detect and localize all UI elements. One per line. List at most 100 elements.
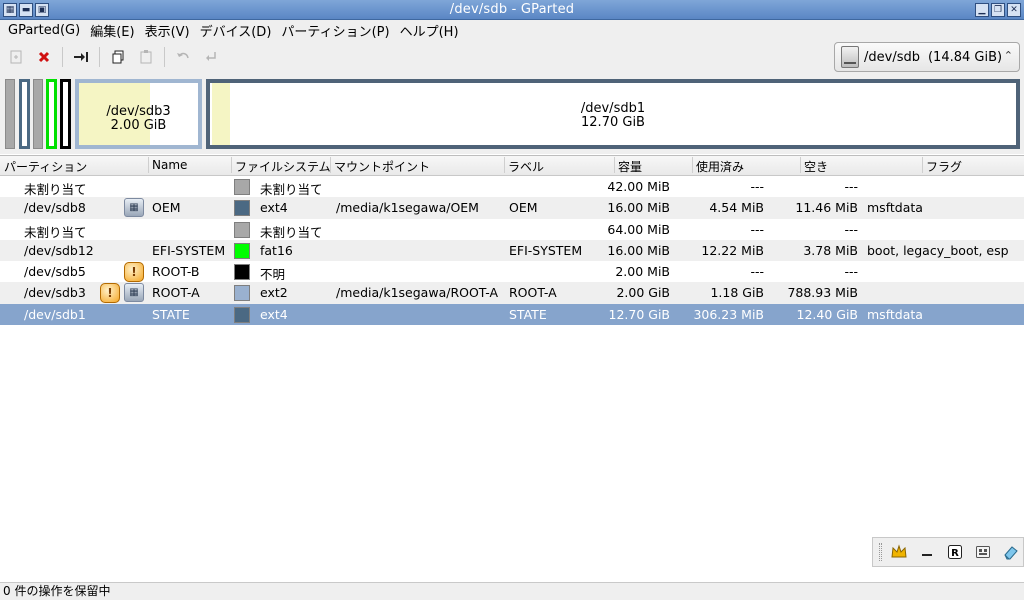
cell-filesystem: ext4 [260, 200, 288, 215]
cell-mountpoint: /media/k1segawa/OEM [336, 200, 479, 215]
cell-filesystem: ext4 [260, 307, 288, 322]
cell-free: 788.93 MiB [787, 285, 858, 300]
warning-icon[interactable]: ! [100, 283, 120, 303]
partition-table: パーティション Name ファイルシステム マウントポイント ラベル 容量 使用… [0, 155, 1024, 582]
table-row[interactable]: 未割り当て 未割り当て 64.00 MiB --- --- [0, 219, 1024, 240]
copy-icon[interactable] [106, 45, 130, 69]
cell-filesystem: 未割り当て [260, 225, 323, 240]
filesystem-color-swatch [234, 200, 250, 216]
cell-flags: msftdata [867, 307, 923, 322]
cell-partition: /dev/sdb8 [24, 200, 86, 215]
col-flags[interactable]: フラグ [921, 157, 962, 175]
table-header: パーティション Name ファイルシステム マウントポイント ラベル 容量 使用… [0, 156, 1024, 176]
map-sdb12[interactable] [46, 79, 57, 149]
col-free[interactable]: 空き [799, 157, 828, 175]
cell-flags: msftdata [867, 200, 923, 215]
undo-icon[interactable] [171, 45, 195, 69]
table-row[interactable]: 未割り当て 未割り当て 42.00 MiB --- --- [0, 176, 1024, 197]
keyboard-icon[interactable] [972, 541, 994, 563]
device-path: /dev/sdb [864, 49, 920, 65]
map-sdb3-name: /dev/sdb3 [106, 104, 171, 119]
table-body: 未割り当て 未割り当て 42.00 MiB --- --- /dev/sdb8 ▦ OEM ex… [0, 176, 1024, 325]
maximize-icon[interactable]: ❐ [991, 3, 1005, 17]
map-unallocated-2[interactable] [33, 79, 43, 149]
cell-free: 12.40 GiB [796, 307, 859, 322]
cell-partition: /dev/sdb5 [24, 264, 86, 279]
drag-handle[interactable] [879, 543, 882, 561]
close-icon[interactable]: ✕ [1007, 3, 1021, 17]
cell-name: ROOT-B [152, 264, 200, 279]
crown-icon[interactable] [888, 541, 910, 563]
resize-move-icon[interactable] [69, 45, 93, 69]
cell-free: --- [844, 264, 858, 279]
map-sdb3-size: 2.00 GiB [110, 118, 167, 133]
table-row[interactable]: /dev/sdb1 STATE ext4 STATE 12.70 GiB 306.23 M… [0, 304, 1024, 325]
filesystem-color-swatch [234, 243, 250, 259]
partition-info-icon[interactable]: ▦ [124, 283, 144, 302]
filesystem-color-swatch [234, 222, 250, 238]
toolbar-separator [99, 47, 100, 67]
pending-operations: 0 件の操作を保留中 [3, 584, 111, 598]
col-partition[interactable]: パーティション [4, 158, 87, 175]
delete-icon[interactable] [32, 45, 56, 69]
table-row[interactable]: /dev/sdb12 EFI-SYSTEM fat16 EFI-SYSTEM 16.00… [0, 240, 1024, 261]
eraser-icon[interactable] [1000, 541, 1022, 563]
floating-toolbar: R [872, 537, 1024, 567]
cell-flags: boot, legacy_boot, esp [867, 243, 1009, 258]
title-bar: ▦ ▬ ▣ /dev/sdb - GParted ▁ ❐ ✕ [0, 0, 1024, 20]
menu-device[interactable]: デバイス(D) [195, 21, 277, 40]
map-unallocated-1[interactable] [5, 79, 15, 149]
cell-name: OEM [152, 200, 181, 215]
cell-name: EFI-SYSTEM [152, 243, 226, 258]
menu-gparted[interactable]: GParted(G) [3, 23, 85, 38]
menu-bar: GParted(G) 編集(E) 表示(V) デバイス(D) パーティション(P… [0, 20, 1024, 40]
minimize-icon[interactable]: ▁ [975, 3, 989, 17]
cell-partition: /dev/sdb12 [24, 243, 94, 258]
col-mountpoint[interactable]: マウントポイント [329, 157, 430, 175]
filesystem-color-swatch [234, 285, 250, 301]
col-size[interactable]: 容量 [613, 157, 642, 175]
toolbar-separator [62, 47, 63, 67]
map-sdb5[interactable] [60, 79, 71, 149]
cell-name: ROOT-A [152, 285, 200, 300]
chevron-updown-icon: ⌃ [1003, 49, 1013, 62]
cell-mountpoint: /media/k1segawa/ROOT-A [336, 285, 499, 300]
paste-icon[interactable] [134, 45, 158, 69]
col-name[interactable]: Name [147, 157, 187, 173]
cell-free: --- [844, 222, 858, 237]
warning-icon[interactable]: ! [124, 262, 144, 282]
map-sdb8[interactable] [19, 79, 30, 149]
col-label[interactable]: ラベル [503, 157, 544, 175]
cell-free: 3.78 MiB [803, 243, 858, 258]
table-row[interactable]: /dev/sdb3! ▦ ROOT-A ext2/media/k1segawa/ROO… [0, 282, 1024, 304]
filesystem-color-swatch [234, 307, 250, 323]
device-size: (14.84 GiB) [927, 49, 1003, 65]
col-filesystem[interactable]: ファイルシステム [231, 157, 331, 175]
menu-edit[interactable]: 編集(E) [85, 21, 139, 40]
cell-name: STATE [152, 307, 190, 322]
filesystem-color-swatch [234, 264, 250, 280]
apply-icon[interactable] [199, 45, 223, 69]
new-partition-icon[interactable] [4, 45, 28, 69]
table-row[interactable]: /dev/sdb5! ROOT-B 不明 2.00 MiB --- --- [0, 261, 1024, 282]
menu-partition[interactable]: パーティション(P) [276, 21, 394, 40]
cell-label: OEM [509, 200, 538, 215]
hard-disk-icon [841, 46, 859, 68]
cell-partition: /dev/sdb1 [24, 307, 86, 322]
r-icon[interactable]: R [944, 541, 966, 563]
minimize-icon[interactable] [916, 541, 938, 563]
map-sdb1-name: /dev/sdb1 [580, 101, 646, 116]
map-sdb3[interactable]: /dev/sdb3 2.00 GiB [75, 79, 202, 149]
cell-filesystem: 不明 [260, 267, 286, 282]
cell-label: ROOT-A [509, 285, 557, 300]
menu-view[interactable]: 表示(V) [140, 21, 195, 40]
filesystem-color-swatch [234, 179, 250, 195]
map-sdb1-selected[interactable]: /dev/sdb1 12.70 GiB [206, 79, 1020, 149]
device-selector[interactable]: /dev/sdb (14.84 GiB) ⌃ [834, 42, 1020, 72]
partition-info-icon[interactable]: ▦ [124, 198, 144, 217]
menu-help[interactable]: ヘルプ(H) [395, 21, 464, 40]
cell-label: STATE [509, 307, 547, 322]
table-row[interactable]: /dev/sdb8 ▦ OEM ext4/media/k1segawa/OEM OEM 1… [0, 197, 1024, 219]
col-used[interactable]: 使用済み [691, 157, 744, 175]
toolbar-separator [164, 47, 165, 67]
